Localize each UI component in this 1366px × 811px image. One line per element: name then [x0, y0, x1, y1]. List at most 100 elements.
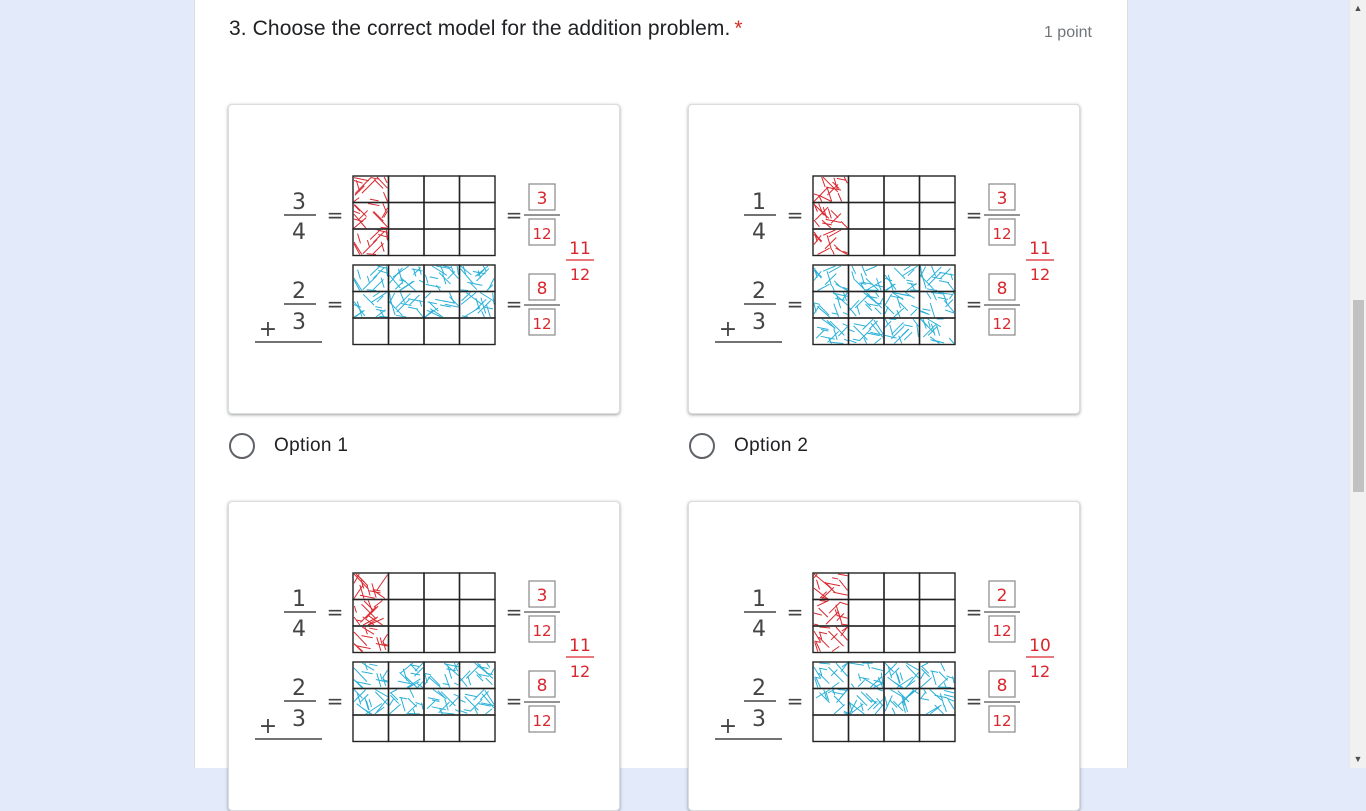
grid1-cell	[813, 229, 849, 256]
grid1-cell	[389, 229, 425, 256]
equals-sign: =	[787, 292, 804, 316]
option-1-label[interactable]: Option 1	[274, 435, 348, 457]
grid1-cell	[849, 626, 885, 653]
first-denominator: 4	[752, 617, 766, 642]
grid1-cell	[920, 229, 956, 256]
grid2-cell	[920, 318, 956, 345]
grid1-cell	[884, 573, 920, 600]
grid1-cell	[389, 600, 425, 627]
grid1-cell	[884, 229, 920, 256]
option-2-radio[interactable]	[689, 433, 715, 459]
equals-sign: =	[506, 292, 523, 316]
grid1-cell	[460, 229, 496, 256]
sum-denominator: 12	[570, 265, 590, 284]
option-3-image[interactable]: 14==31223+==8121112	[228, 501, 620, 811]
option-1-image[interactable]: 34==31223+==8121112	[228, 104, 620, 414]
scrollbar-thumb[interactable]	[1353, 300, 1364, 492]
equals-sign: =	[966, 292, 983, 316]
option-4-image[interactable]: 14==21223+==8121012	[688, 501, 1080, 811]
sum-denominator: 12	[1030, 662, 1050, 681]
grid1-cell	[920, 600, 956, 627]
second-denominator: 3	[752, 310, 766, 335]
eq2-numerator: 8	[537, 676, 548, 696]
grid1-cell	[424, 626, 460, 653]
equals-sign: =	[506, 600, 523, 624]
second-denominator: 3	[752, 707, 766, 732]
eq2-denominator: 12	[532, 315, 551, 333]
option-1-choice[interactable]: Option 1	[229, 431, 348, 461]
equals-sign: =	[966, 689, 983, 713]
grid2-cell	[884, 318, 920, 345]
equals-sign: =	[966, 600, 983, 624]
scroll-up-arrow-icon[interactable]: ▲	[1350, 0, 1366, 17]
grid2-cell	[849, 715, 885, 742]
sum-numerator: 11	[569, 636, 591, 656]
option-2-choice[interactable]: Option 2	[689, 431, 808, 461]
grid1-cell	[849, 203, 885, 230]
grid2-cell	[353, 318, 389, 345]
option-2-label[interactable]: Option 2	[734, 435, 808, 457]
equals-sign: =	[787, 203, 804, 227]
grid2-cell	[813, 689, 849, 716]
grid1-cell	[424, 573, 460, 600]
grid1-cell	[424, 203, 460, 230]
sum-denominator: 12	[1030, 265, 1050, 284]
first-numerator: 1	[752, 190, 766, 215]
equals-sign: =	[506, 203, 523, 227]
plus-sign: +	[719, 317, 737, 342]
grid1-cell	[849, 229, 885, 256]
grid1-cell	[849, 176, 885, 203]
eq1-denominator: 12	[532, 225, 551, 243]
grid1-cell	[920, 573, 956, 600]
grid1-cell	[389, 573, 425, 600]
plus-sign: +	[719, 714, 737, 739]
equals-sign: =	[966, 203, 983, 227]
second-numerator: 2	[292, 676, 306, 701]
first-numerator: 1	[292, 587, 306, 612]
grid1-cell	[884, 203, 920, 230]
grid2-cell	[389, 689, 425, 716]
grid2-cell	[424, 318, 460, 345]
grid1-cell	[920, 176, 956, 203]
eq2-denominator: 12	[992, 315, 1011, 333]
grid2-cell	[460, 318, 496, 345]
sum-numerator: 11	[1029, 239, 1051, 259]
grid1-cell	[884, 176, 920, 203]
eq2-numerator: 8	[997, 279, 1008, 299]
eq1-denominator: 12	[532, 622, 551, 640]
fraction-model-svg: 14==21223+==8121012	[689, 502, 1079, 810]
sum-numerator: 10	[1029, 636, 1051, 656]
grid1-cell	[849, 600, 885, 627]
grid1-cell	[884, 600, 920, 627]
grid1-cell	[424, 229, 460, 256]
grid1-cell	[389, 203, 425, 230]
grid2-cell	[920, 662, 956, 689]
grid2-cell	[460, 715, 496, 742]
equals-sign: =	[506, 689, 523, 713]
grid2-cell	[813, 715, 849, 742]
question-text: 3. Choose the correct model for the addi…	[229, 17, 730, 40]
grid2-cell	[424, 715, 460, 742]
second-numerator: 2	[752, 676, 766, 701]
grid2-cell	[389, 318, 425, 345]
second-numerator: 2	[292, 279, 306, 304]
option-2-image[interactable]: 14==31223+==8121112	[688, 104, 1080, 414]
grid2-cell	[920, 292, 956, 319]
eq2-denominator: 12	[992, 712, 1011, 730]
first-denominator: 4	[292, 220, 306, 245]
eq2-denominator: 12	[532, 712, 551, 730]
equals-sign: =	[327, 203, 344, 227]
eq1-denominator: 12	[992, 622, 1011, 640]
plus-sign: +	[259, 714, 277, 739]
equals-sign: =	[787, 600, 804, 624]
required-asterisk: *	[734, 17, 742, 40]
first-numerator: 3	[292, 190, 306, 215]
option-1-radio[interactable]	[229, 433, 255, 459]
eq1-denominator: 12	[992, 225, 1011, 243]
scroll-down-arrow-icon[interactable]: ▼	[1350, 751, 1366, 768]
grid1-cell	[920, 626, 956, 653]
first-numerator: 1	[752, 587, 766, 612]
page-scrollbar[interactable]: ▲ ▼	[1349, 0, 1366, 768]
equals-sign: =	[327, 600, 344, 624]
eq1-numerator: 2	[997, 586, 1008, 606]
